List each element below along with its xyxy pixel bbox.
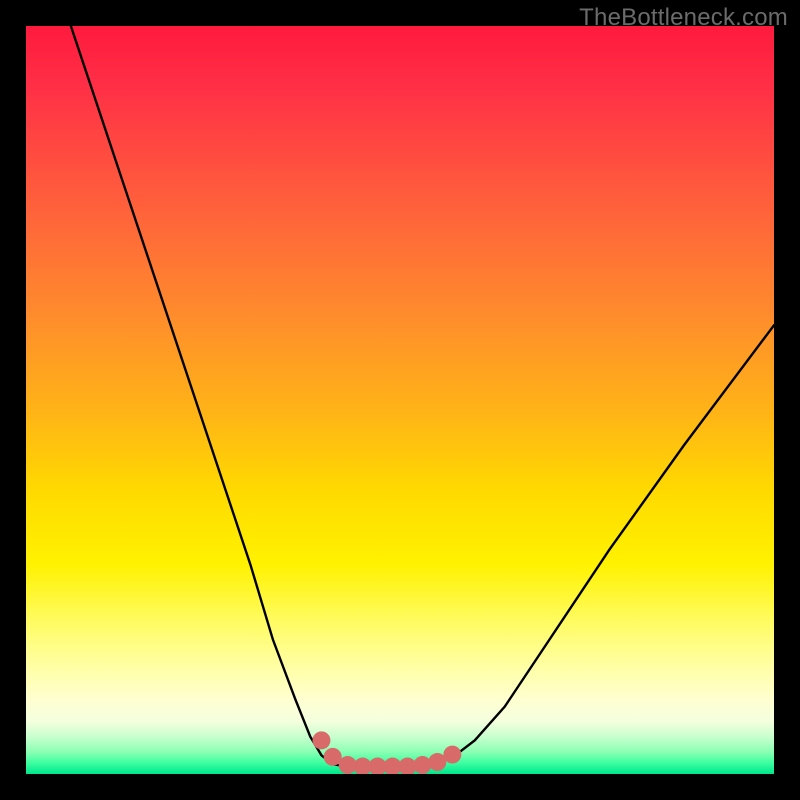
plot-area: [26, 26, 774, 774]
watermark-text: TheBottleneck.com: [579, 4, 788, 32]
marker-dot: [443, 746, 461, 764]
marker-dot: [312, 731, 330, 749]
marker-dot: [413, 756, 431, 774]
marker-cluster: [312, 731, 461, 774]
chart-svg: [26, 26, 774, 774]
frame: TheBottleneck.com: [0, 0, 800, 800]
bottleneck-curve: [71, 26, 774, 767]
curve-group: [71, 26, 774, 767]
